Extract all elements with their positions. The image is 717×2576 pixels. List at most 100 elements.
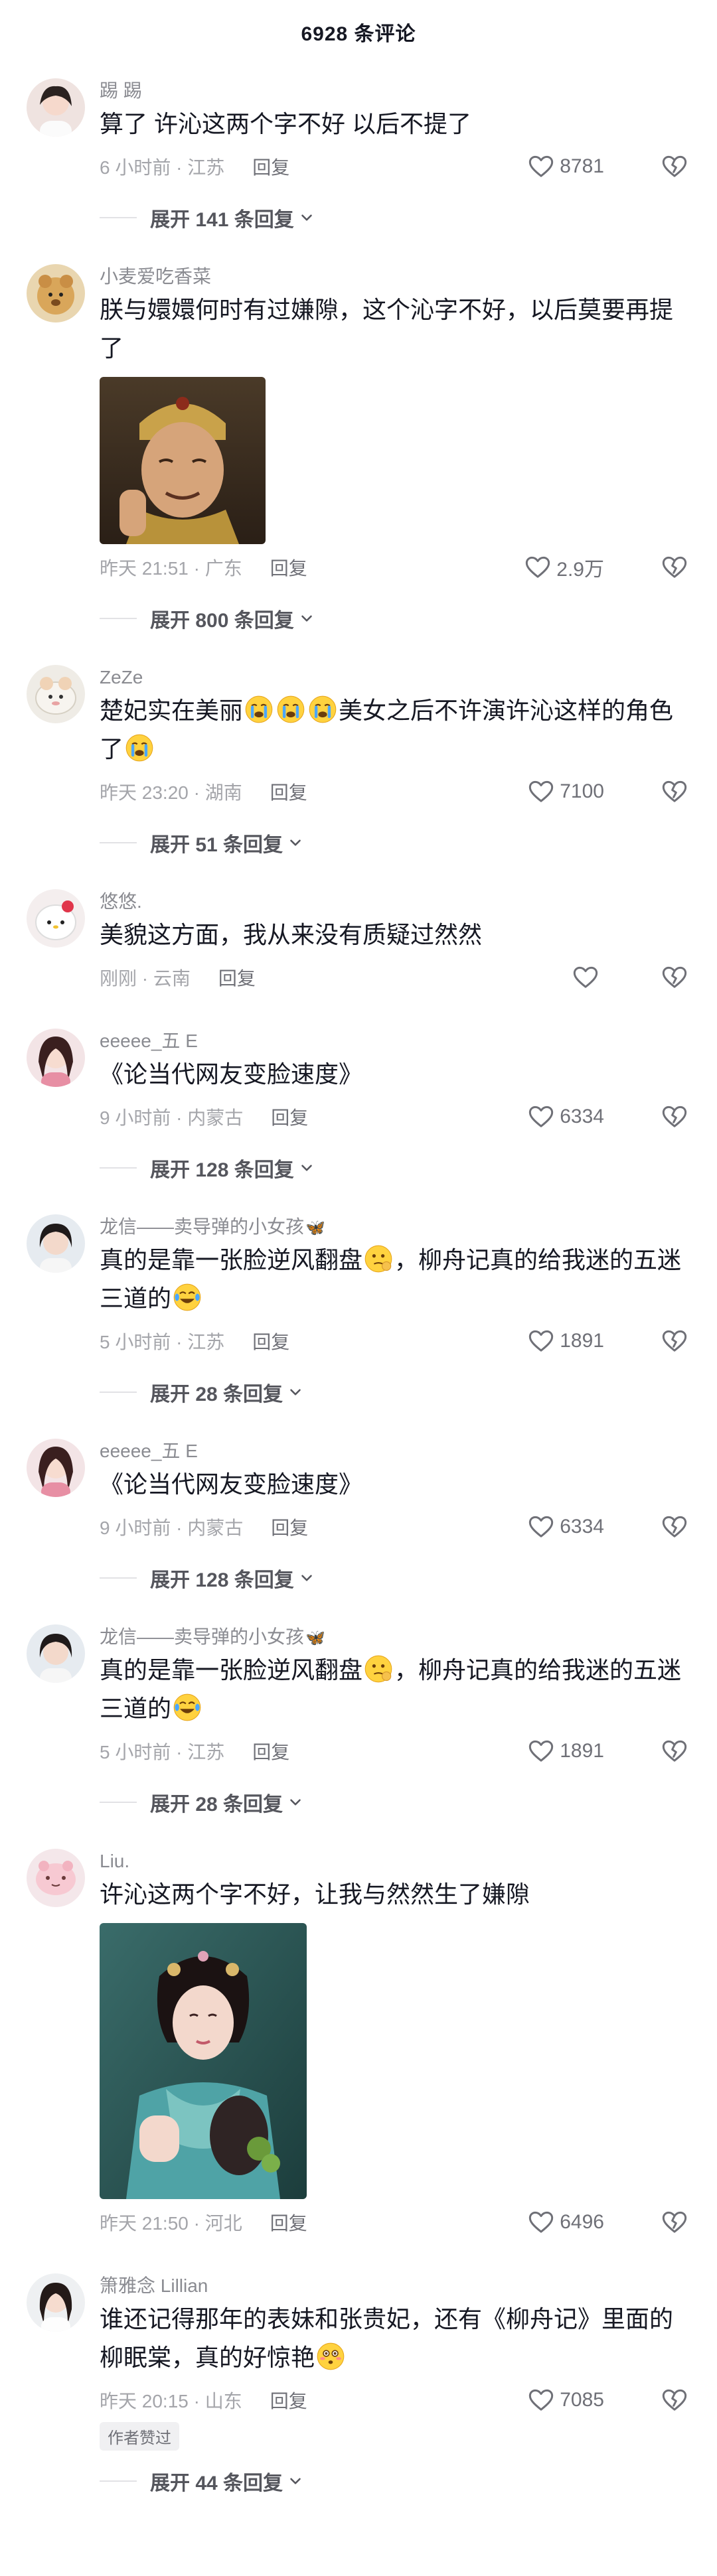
heart-icon	[528, 2209, 554, 2236]
username[interactable]: 龙信——卖导弹的小女孩🦋	[100, 1624, 688, 1650]
username[interactable]: eeeee_五 E	[100, 1439, 688, 1464]
like-button[interactable]: 8781	[528, 146, 604, 187]
reply-button[interactable]: 回复	[271, 1514, 308, 1540]
time-location: 9 小时前 · 内蒙古	[100, 1108, 244, 1128]
butterfly-icon: 🦋	[305, 1629, 325, 1647]
avatar[interactable]	[27, 264, 85, 322]
avatar[interactable]	[27, 665, 85, 723]
dislike-icon[interactable]	[661, 1514, 688, 1540]
expand-replies-button[interactable]: 展开 44 条回复	[100, 2455, 688, 2508]
comments-header: 6928 条评论	[0, 0, 717, 64]
expand-replies-button[interactable]: 展开 128 条回复	[100, 1551, 688, 1605]
comment-meta: 9 小时前 · 内蒙古 回复 6334	[100, 1096, 688, 1137]
avatar[interactable]	[27, 889, 85, 948]
comment-meta: 昨天 20:15 · 山东 回复 7085	[100, 2380, 688, 2421]
flushed-emoji-icon	[316, 2342, 345, 2371]
like-count: 6334	[560, 1516, 604, 1538]
divider	[100, 618, 137, 619]
expand-replies-button[interactable]: 展开 51 条回复	[100, 816, 688, 869]
comment-text: 真的是靠一张脸逆风翻盘 ，柳舟记真的给我迷的五迷三道的	[100, 1241, 688, 1318]
dislike-icon[interactable]	[661, 1328, 688, 1354]
comment-item: Liu. 许沁这两个字不好，让我与然然生了嫌隙 昨天 21:50 · 河北 回复…	[0, 1849, 717, 2243]
username[interactable]: eeeee_五 E	[100, 1029, 688, 1054]
crying-emoji-icon	[276, 695, 305, 724]
crying-emoji-icon	[244, 695, 274, 724]
expand-replies-button[interactable]: 展开 141 条回复	[100, 191, 688, 244]
time-location: 刚刚 · 云南	[100, 968, 191, 989]
expand-replies-button[interactable]: 展开 800 条回复	[100, 592, 688, 645]
expand-replies-label: 展开 28 条回复	[150, 1794, 283, 1816]
reply-button[interactable]: 回复	[270, 2387, 307, 2413]
like-button[interactable]	[572, 957, 604, 998]
expand-replies-label: 展开 128 条回复	[150, 1569, 294, 1591]
like-count: 8781	[560, 155, 604, 177]
username[interactable]: 悠悠.	[100, 889, 688, 914]
dislike-icon[interactable]	[661, 964, 688, 991]
crying-emoji-icon	[125, 733, 154, 762]
comment-image[interactable]	[100, 1923, 307, 2199]
reply-button[interactable]: 回复	[252, 1328, 289, 1354]
username[interactable]: 小麦爱吃香菜	[100, 264, 688, 289]
like-count: 1891	[560, 1330, 604, 1352]
reply-button[interactable]: 回复	[271, 1104, 308, 1130]
heart-icon	[524, 554, 551, 581]
chevron-down-icon	[298, 209, 315, 226]
divider	[100, 1167, 137, 1169]
avatar[interactable]	[27, 1214, 85, 1273]
dislike-icon[interactable]	[661, 554, 688, 581]
comment-text-part: 真的是靠一张脸逆风翻盘	[100, 1246, 363, 1273]
expand-replies-button[interactable]: 展开 128 条回复	[100, 1141, 688, 1194]
comment-item: 踢 踢 算了 许沁这两个字不好 以后不提了 6 小时前 · 江苏 回复 8781…	[0, 78, 717, 244]
reply-button[interactable]: 回复	[270, 554, 307, 581]
expand-replies-button[interactable]: 展开 28 条回复	[100, 1776, 688, 1829]
expand-replies-button[interactable]: 展开 28 条回复	[100, 1366, 688, 1419]
expand-replies-label: 展开 800 条回复	[150, 610, 294, 632]
avatar[interactable]	[27, 1849, 85, 1907]
avatar[interactable]	[27, 78, 85, 137]
comment-item: eeeee_五 E 《论当代网友变脸速度》 9 小时前 · 内蒙古 回复 633…	[0, 1029, 717, 1194]
time-location: 5 小时前 · 江苏	[100, 1742, 225, 1762]
comment-text-part: 楚妃实在美丽	[100, 697, 244, 724]
username[interactable]: 箫雅念 Lillian	[100, 2273, 688, 2299]
reply-button[interactable]: 回复	[252, 1738, 289, 1764]
dislike-icon[interactable]	[661, 1738, 688, 1764]
avatar[interactable]	[27, 1624, 85, 1683]
dislike-icon[interactable]	[661, 778, 688, 805]
crying-emoji-icon	[308, 695, 337, 724]
expand-replies-label: 展开 128 条回复	[150, 1159, 294, 1181]
like-button[interactable]: 6334	[528, 1506, 604, 1547]
like-button[interactable]: 7100	[528, 771, 604, 812]
like-button[interactable]: 1891	[528, 1731, 604, 1772]
reply-button[interactable]: 回复	[270, 2209, 307, 2236]
comment-meta: 9 小时前 · 内蒙古 回复 6334	[100, 1506, 688, 1547]
expand-replies-label: 展开 28 条回复	[150, 1384, 283, 1405]
avatar[interactable]	[27, 1029, 85, 1087]
like-button[interactable]: 7085	[528, 2380, 604, 2421]
like-button[interactable]: 1891	[528, 1321, 604, 1362]
username[interactable]: 踢 踢	[100, 78, 688, 104]
time-location: 昨天 21:50 · 河北	[100, 2213, 242, 2234]
like-button[interactable]: 6496	[528, 2202, 604, 2243]
reply-button[interactable]: 回复	[252, 153, 289, 180]
username[interactable]: 龙信——卖导弹的小女孩🦋	[100, 1214, 688, 1240]
avatar[interactable]	[27, 1439, 85, 1497]
comment-meta: 昨天 21:50 · 河北 回复 6496	[100, 2202, 688, 2243]
dislike-icon[interactable]	[661, 2209, 688, 2236]
comment-image[interactable]	[100, 377, 266, 544]
divider	[100, 1802, 137, 1803]
chevron-down-icon	[298, 610, 315, 627]
like-button[interactable]: 6334	[528, 1096, 604, 1137]
expand-replies-label: 展开 44 条回复	[150, 2472, 283, 2494]
reply-button[interactable]: 回复	[270, 778, 307, 805]
avatar[interactable]	[27, 2273, 85, 2332]
comment-text: 算了 许沁这两个字不好 以后不提了	[100, 110, 472, 137]
dislike-icon[interactable]	[661, 1104, 688, 1130]
dislike-icon[interactable]	[661, 153, 688, 180]
divider	[100, 217, 137, 218]
comment-item: 龙信——卖导弹的小女孩🦋 真的是靠一张脸逆风翻盘 ，柳舟记真的给我迷的五迷三道的 …	[0, 1214, 717, 1419]
like-button[interactable]: 2.9万	[524, 547, 604, 588]
username[interactable]: Liu.	[100, 1849, 688, 1874]
username[interactable]: ZeZe	[100, 665, 688, 690]
reply-button[interactable]: 回复	[218, 964, 256, 991]
dislike-icon[interactable]	[661, 2387, 688, 2413]
